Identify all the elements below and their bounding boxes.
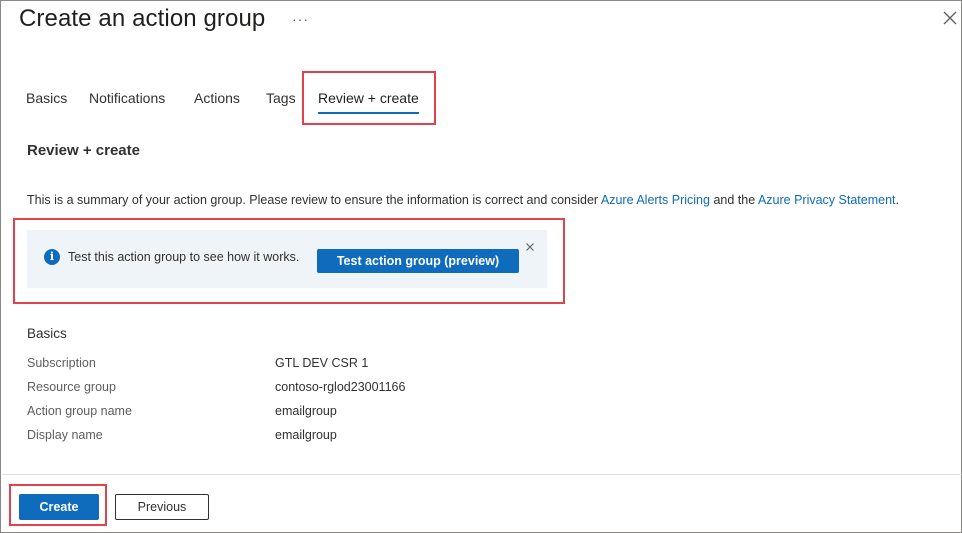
- summary-prefix: This is a summary of your action group. …: [27, 193, 601, 207]
- display-name-value: emailgroup: [275, 428, 337, 442]
- test-action-group-button[interactable]: Test action group (preview): [317, 249, 519, 273]
- more-options-button[interactable]: ···: [292, 11, 309, 27]
- page-title: Create an action group: [19, 5, 266, 32]
- tab-review-create[interactable]: Review + create: [318, 90, 419, 106]
- test-action-group-infobar: i Test this action group to see how it w…: [27, 230, 547, 288]
- tab-basics[interactable]: Basics: [26, 90, 67, 106]
- action-group-name-value: emailgroup: [275, 404, 337, 418]
- infobar-message: Test this action group to see how it wor…: [68, 250, 300, 264]
- close-icon[interactable]: [941, 9, 959, 27]
- create-button[interactable]: Create: [19, 494, 99, 520]
- summary-text: This is a summary of your action group. …: [27, 193, 899, 207]
- resource-group-label: Resource group: [27, 380, 116, 394]
- resource-group-value: contoso-rglod23001166: [275, 380, 406, 394]
- previous-button[interactable]: Previous: [115, 494, 209, 520]
- summary-suffix: .: [895, 193, 899, 207]
- section-title: Review + create: [27, 142, 140, 159]
- summary-mid: and the: [709, 193, 758, 207]
- active-tab-indicator: [318, 112, 419, 114]
- display-name-label: Display name: [27, 428, 103, 442]
- tab-actions[interactable]: Actions: [194, 90, 240, 106]
- info-icon: i: [44, 249, 60, 265]
- action-group-name-label: Action group name: [27, 404, 132, 418]
- subscription-value: GTL DEV CSR 1: [275, 356, 369, 370]
- dialog: Create an action group ··· Basics Notifi…: [0, 0, 962, 533]
- subscription-label: Subscription: [27, 356, 96, 370]
- tab-notifications[interactable]: Notifications: [89, 90, 165, 106]
- tab-tags[interactable]: Tags: [266, 90, 296, 106]
- footer-divider: [2, 474, 962, 475]
- dismiss-icon[interactable]: [525, 242, 535, 252]
- azure-privacy-statement-link[interactable]: Azure Privacy Statement: [758, 193, 896, 207]
- basics-group-title: Basics: [27, 326, 67, 341]
- azure-alerts-pricing-link[interactable]: Azure Alerts Pricing: [601, 193, 710, 207]
